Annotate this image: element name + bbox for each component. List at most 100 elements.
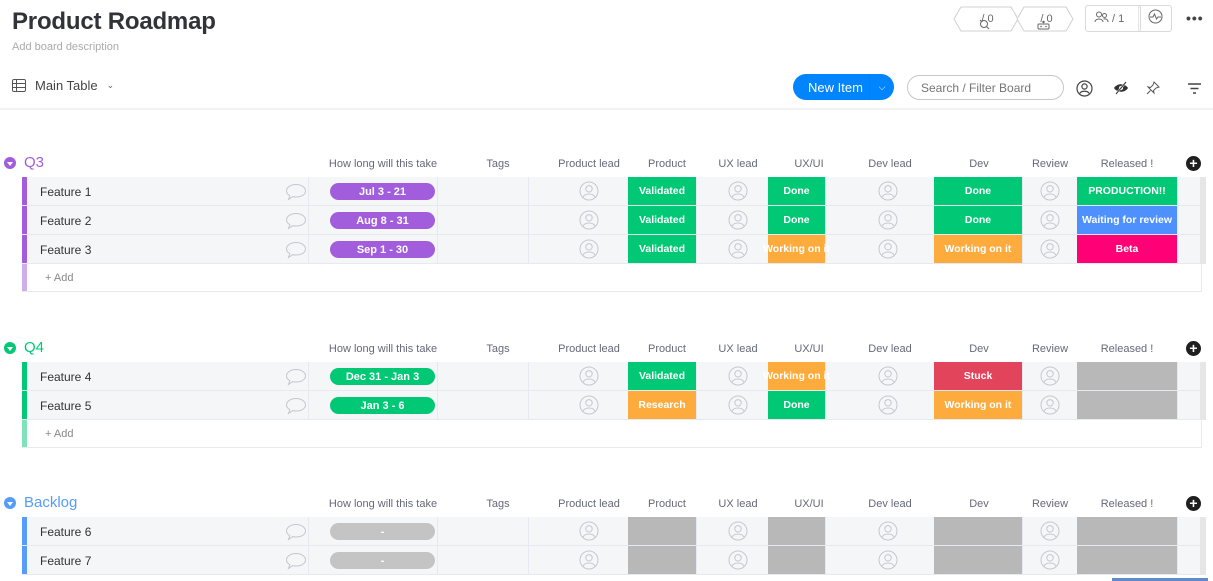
timeline-pill[interactable]: Aug 8 - 31 xyxy=(330,212,435,229)
tags-cell[interactable] xyxy=(437,235,528,263)
product-status[interactable]: Validated xyxy=(628,235,696,263)
pin-icon[interactable] xyxy=(1143,78,1163,98)
item-name[interactable]: Feature 1 xyxy=(40,185,91,199)
released-status[interactable] xyxy=(1077,546,1177,574)
product-lead-avatar-icon[interactable] xyxy=(579,550,599,570)
dev-status[interactable]: Done xyxy=(934,177,1022,205)
timeline-pill[interactable]: Jan 3 - 6 xyxy=(330,397,435,414)
new-item-button[interactable]: New Item ⌵ xyxy=(793,74,894,100)
product-status[interactable] xyxy=(628,517,696,545)
table-row[interactable]: Feature 3 Sep 1 - 30 Validated Working on i… xyxy=(22,235,1206,264)
chevron-down-icon[interactable]: ⌵ xyxy=(870,82,894,93)
dev-lead-avatar-icon[interactable] xyxy=(878,366,898,386)
collapse-group-icon[interactable] xyxy=(4,497,16,509)
product-lead-avatar-icon[interactable] xyxy=(579,239,599,259)
chat-bubble-icon[interactable] xyxy=(285,552,307,575)
timeline-pill[interactable]: Jul 3 - 21 xyxy=(330,183,435,200)
view-tab-main-table[interactable]: Main Table ⌄ xyxy=(12,78,114,93)
chat-bubble-icon[interactable] xyxy=(285,241,307,264)
product-lead-avatar-icon[interactable] xyxy=(579,366,599,386)
collapse-group-icon[interactable] xyxy=(4,342,16,354)
timeline-pill[interactable]: - xyxy=(330,552,435,569)
chevron-down-icon[interactable]: ⌄ xyxy=(107,80,115,91)
dev-status[interactable] xyxy=(934,546,1022,574)
add-column-button[interactable]: + xyxy=(1186,496,1201,511)
product-status[interactable]: Validated xyxy=(628,206,696,234)
automations-button[interactable]: / 0 xyxy=(1016,6,1074,32)
product-lead-avatar-icon[interactable] xyxy=(579,210,599,230)
tags-cell[interactable] xyxy=(437,546,528,574)
ux-lead-avatar-icon[interactable] xyxy=(728,521,748,541)
hide-columns-icon[interactable] xyxy=(1111,78,1131,98)
review-avatar-icon[interactable] xyxy=(1040,395,1060,415)
product-lead-avatar-icon[interactable] xyxy=(579,181,599,201)
table-row[interactable]: Feature 5 Jan 3 - 6 Research Done Working on… xyxy=(22,391,1206,420)
group-title[interactable]: Backlog xyxy=(24,494,77,511)
add-item-row[interactable]: + Add xyxy=(22,264,1202,292)
timeline-pill[interactable]: Sep 1 - 30 xyxy=(330,241,435,258)
item-name[interactable]: Feature 2 xyxy=(40,214,91,228)
dev-status[interactable]: Stuck xyxy=(934,362,1022,390)
column-header-how-long-will-this-take[interactable]: How long will this take xyxy=(323,498,443,510)
tags-cell[interactable] xyxy=(437,362,528,390)
released-status[interactable]: Beta xyxy=(1077,235,1177,263)
ux-status[interactable]: Working on it xyxy=(763,362,830,390)
ux-status[interactable] xyxy=(768,517,825,545)
review-avatar-icon[interactable] xyxy=(1040,181,1060,201)
timeline-pill[interactable]: Dec 31 - Jan 3 xyxy=(330,368,435,385)
item-name[interactable]: Feature 4 xyxy=(40,370,91,384)
ux-status[interactable]: Done xyxy=(768,177,825,205)
dev-status[interactable]: Done xyxy=(934,206,1022,234)
dev-lead-avatar-icon[interactable] xyxy=(878,550,898,570)
ux-lead-avatar-icon[interactable] xyxy=(728,395,748,415)
board-description[interactable]: Add board description xyxy=(12,41,119,53)
review-avatar-icon[interactable] xyxy=(1040,521,1060,541)
chat-bubble-icon[interactable] xyxy=(285,523,307,546)
ux-lead-avatar-icon[interactable] xyxy=(728,550,748,570)
tags-cell[interactable] xyxy=(437,517,528,545)
chat-bubble-icon[interactable] xyxy=(285,397,307,420)
released-status[interactable] xyxy=(1077,517,1177,545)
item-name[interactable]: Feature 6 xyxy=(40,525,91,539)
more-options-button[interactable]: ••• xyxy=(1186,10,1204,26)
dev-status[interactable] xyxy=(934,517,1022,545)
integrations-button[interactable]: / 0 xyxy=(953,6,1019,32)
dev-lead-avatar-icon[interactable] xyxy=(878,239,898,259)
ux-lead-avatar-icon[interactable] xyxy=(728,181,748,201)
tags-cell[interactable] xyxy=(437,177,528,205)
board-title[interactable]: Product Roadmap xyxy=(12,8,216,36)
ux-lead-avatar-icon[interactable] xyxy=(728,210,748,230)
collapse-group-icon[interactable] xyxy=(4,157,16,169)
product-status[interactable]: Validated xyxy=(628,362,696,390)
ux-status[interactable]: Done xyxy=(768,391,825,419)
product-status[interactable] xyxy=(628,546,696,574)
column-header-how-long-will-this-take[interactable]: How long will this take xyxy=(323,343,443,355)
ux-status[interactable]: Done xyxy=(768,206,825,234)
ux-status[interactable]: Working on it xyxy=(763,235,830,263)
tags-cell[interactable] xyxy=(437,391,528,419)
column-header-released[interactable]: Released ! xyxy=(1067,343,1187,355)
released-status[interactable] xyxy=(1077,362,1177,390)
table-row[interactable]: Feature 6 - xyxy=(22,517,1206,546)
search-input[interactable] xyxy=(907,75,1064,100)
product-lead-avatar-icon[interactable] xyxy=(579,395,599,415)
activity-button[interactable] xyxy=(1138,5,1172,32)
chat-bubble-icon[interactable] xyxy=(285,212,307,235)
dev-status[interactable]: Working on it xyxy=(934,391,1022,419)
column-header-released[interactable]: Released ! xyxy=(1067,498,1187,510)
review-avatar-icon[interactable] xyxy=(1040,366,1060,386)
group-title[interactable]: Q4 xyxy=(24,339,44,356)
item-name[interactable]: Feature 3 xyxy=(40,243,91,257)
add-column-button[interactable]: + xyxy=(1186,156,1201,171)
members-button[interactable]: / 1 xyxy=(1085,5,1141,32)
review-avatar-icon[interactable] xyxy=(1040,550,1060,570)
released-status[interactable]: Waiting for review xyxy=(1077,206,1177,234)
product-status[interactable]: Validated xyxy=(628,177,696,205)
add-item-label[interactable]: + Add xyxy=(45,272,73,284)
dev-lead-avatar-icon[interactable] xyxy=(878,521,898,541)
tags-cell[interactable] xyxy=(437,206,528,234)
add-item-row[interactable]: + Add xyxy=(22,420,1202,448)
table-row[interactable]: Feature 1 Jul 3 - 21 Validated Done Done PROD… xyxy=(22,177,1206,206)
dev-lead-avatar-icon[interactable] xyxy=(878,210,898,230)
item-name[interactable]: Feature 5 xyxy=(40,399,91,413)
